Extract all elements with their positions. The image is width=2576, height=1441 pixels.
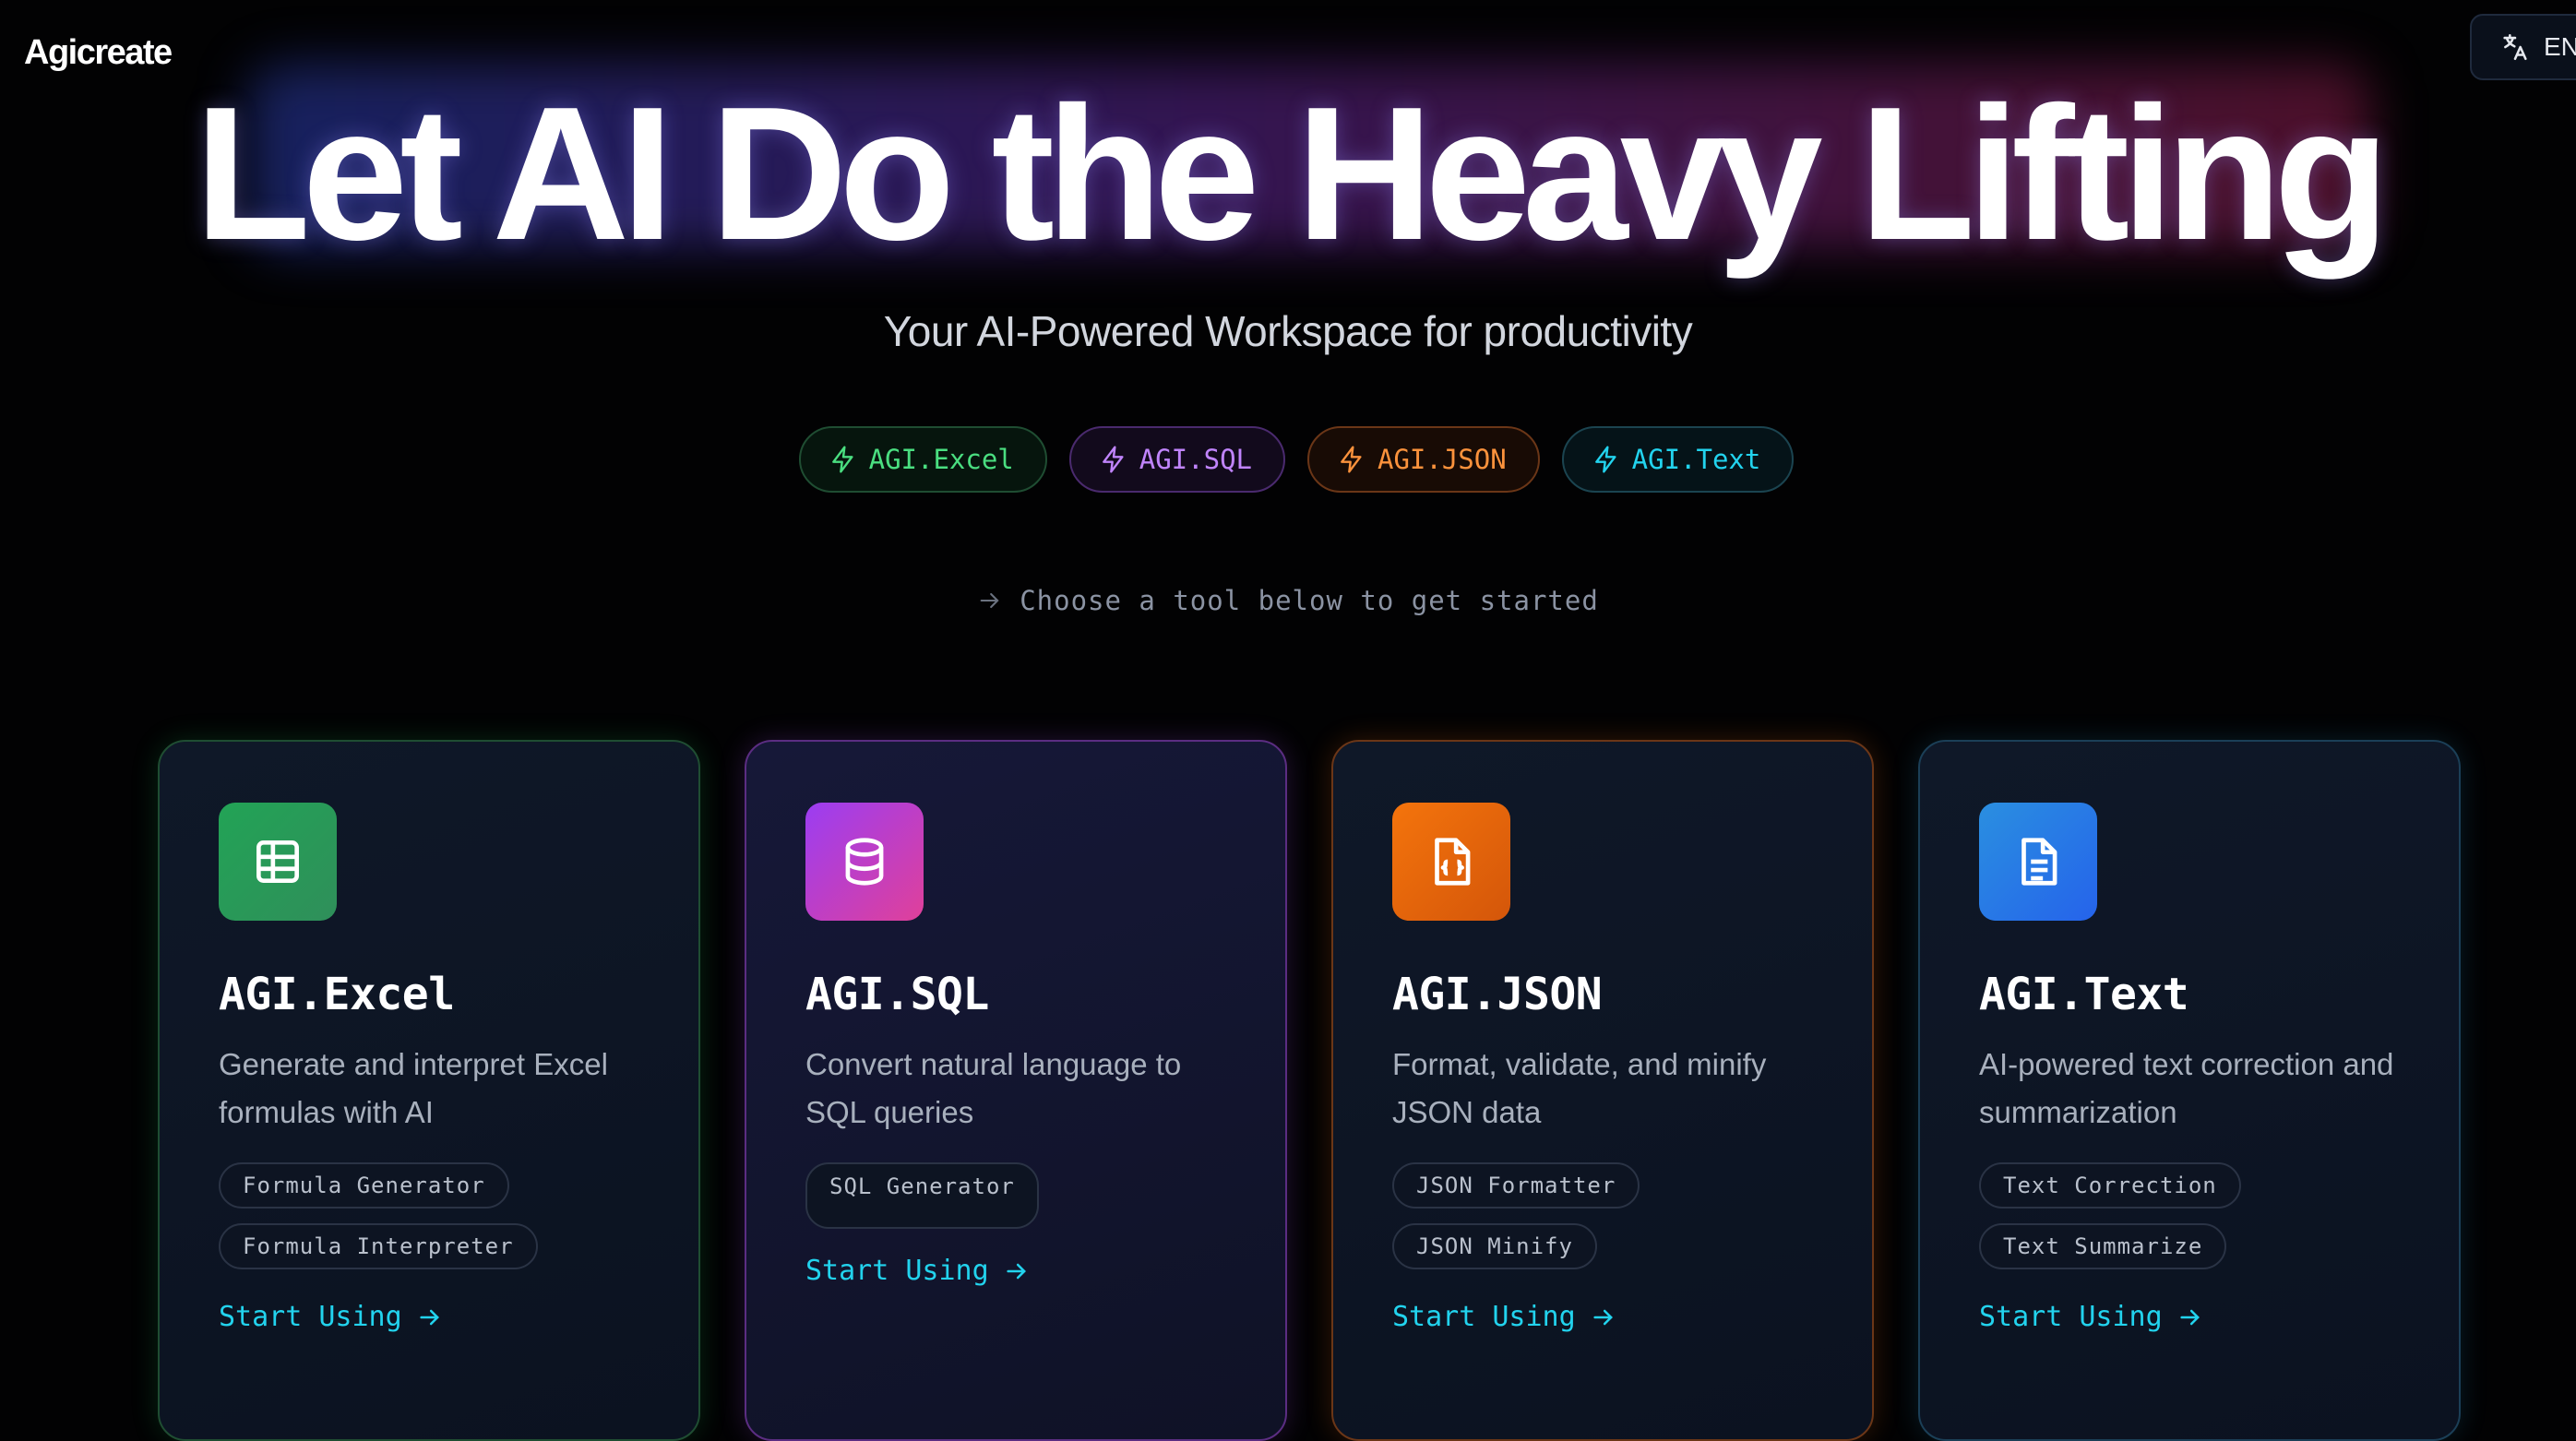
pill-agi-excel[interactable]: AGI.Excel: [798, 426, 1047, 493]
card-description: Format, validate, and minify JSON data: [1392, 1047, 1767, 1129]
feature-tag: Text Correction: [1979, 1162, 2241, 1209]
tool-card-sql[interactable]: AGI.SQL Convert natural language to SQL …: [745, 740, 1287, 1441]
start-using-link[interactable]: Start Using: [219, 1301, 698, 1333]
lightning-icon: [831, 446, 853, 473]
pill-label: AGI.Text: [1631, 444, 1761, 475]
table-icon: [256, 840, 299, 883]
feature-tag: JSON Minify: [1392, 1223, 1597, 1269]
start-using-link[interactable]: Start Using: [1392, 1301, 1872, 1333]
start-using-link[interactable]: Start Using: [1979, 1301, 2459, 1333]
card-title: AGI.Excel: [219, 969, 455, 1020]
feature-tag: Formula Generator: [219, 1162, 509, 1209]
card-icon-box: [219, 803, 337, 921]
hint-label: Choose a tool below to get started: [1020, 585, 1599, 616]
arrow-right-icon: [1593, 1309, 1613, 1325]
card-title: AGI.Text: [1979, 969, 2189, 1020]
logo[interactable]: Agicreate: [24, 33, 173, 73]
pill-agi-sql[interactable]: AGI.SQL: [1068, 426, 1285, 493]
card-icon-box: [1392, 803, 1510, 921]
card-title: AGI.SQL: [805, 969, 989, 1020]
feature-tag: Text Summarize: [1979, 1223, 2227, 1269]
arrow-right-icon: [2180, 1309, 2200, 1325]
card-description: AI-powered text correction and summariza…: [1979, 1047, 2394, 1129]
arrow-right-icon: [980, 592, 999, 609]
feature-tag: SQL Generator: [805, 1162, 1039, 1229]
translate-icon: [2503, 33, 2527, 61]
card-icon-box: [1979, 803, 2097, 921]
feature-tag: Formula Interpreter: [219, 1223, 538, 1269]
tool-pills: AGI.Excel AGI.SQL AGI.JSON AGI.Text: [0, 426, 2576, 493]
hero-subtitle: Your AI-Powered Workspace for productivi…: [883, 307, 1693, 355]
card-description: Generate and interpret Excel formulas wi…: [219, 1047, 608, 1129]
language-label: EN: [2544, 32, 2576, 61]
card-title: AGI.JSON: [1392, 969, 1603, 1020]
language-button[interactable]: EN: [2470, 14, 2576, 80]
database-icon: [845, 838, 884, 886]
document-icon: [2021, 838, 2057, 886]
pill-label: AGI.JSON: [1377, 444, 1507, 475]
arrow-right-icon: [420, 1309, 439, 1325]
pill-agi-json[interactable]: AGI.JSON: [1306, 426, 1540, 493]
start-using-label: Start Using: [1979, 1301, 2163, 1333]
card-icon-box: [805, 803, 924, 921]
lightning-icon: [1102, 446, 1124, 473]
feature-tag: JSON Formatter: [1392, 1162, 1640, 1209]
pill-label: AGI.Excel: [868, 444, 1014, 475]
pill-agi-text[interactable]: AGI.Text: [1561, 426, 1795, 493]
start-using-link[interactable]: Start Using: [805, 1255, 1285, 1287]
lightning-icon: [1594, 446, 1616, 473]
lightning-icon: [1341, 446, 1362, 473]
start-using-label: Start Using: [805, 1255, 989, 1287]
tool-card-json[interactable]: AGI.JSON Format, validate, and minify JS…: [1331, 740, 1874, 1441]
arrow-right-icon: [1007, 1263, 1026, 1279]
start-using-label: Start Using: [219, 1301, 402, 1333]
hint-text: Choose a tool below to get started: [0, 585, 2576, 616]
json-file-icon: [1435, 838, 1471, 886]
pill-label: AGI.SQL: [1139, 444, 1252, 475]
tool-card-text[interactable]: AGI.Text AI-powered text correction and …: [1918, 740, 2461, 1441]
start-using-label: Start Using: [1392, 1301, 1576, 1333]
tool-card-excel[interactable]: AGI.Excel Generate and interpret Excel f…: [158, 740, 700, 1441]
hero-title: Let AI Do the Heavy Lifting: [194, 67, 2390, 280]
card-description: Convert natural language to SQL queries: [805, 1047, 1182, 1129]
